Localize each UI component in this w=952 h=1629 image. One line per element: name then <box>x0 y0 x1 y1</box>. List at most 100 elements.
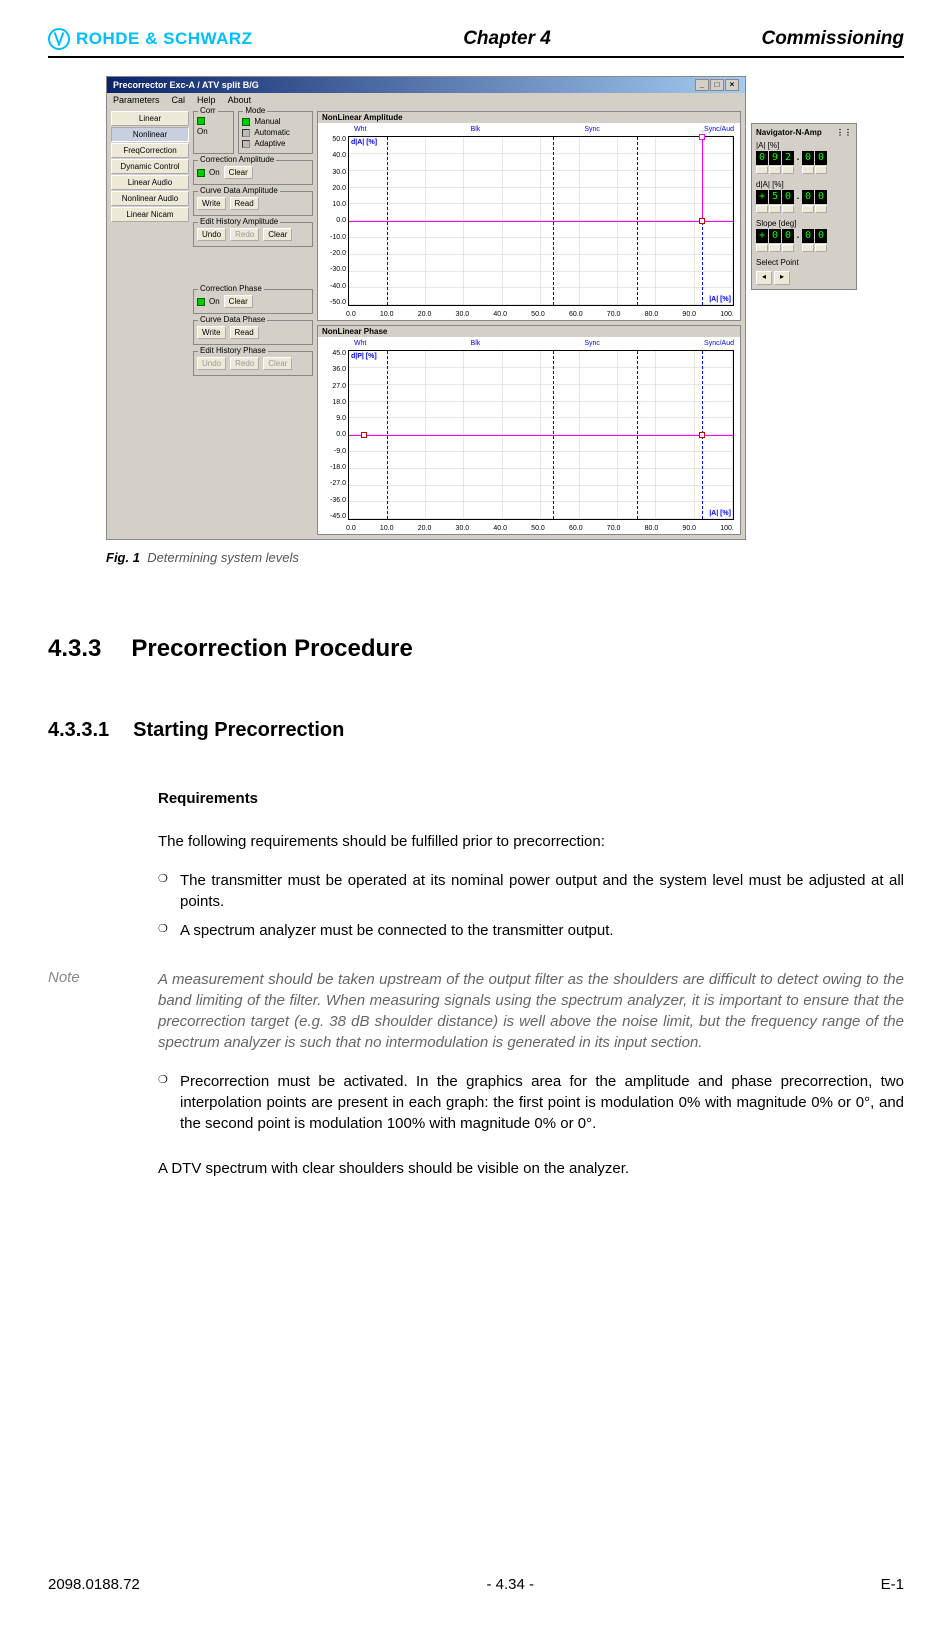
data-line <box>702 137 703 221</box>
app-window: Precorrector Exc-A / ATV split B/G _ □ ×… <box>106 76 746 540</box>
xlabel: |A| [%] <box>709 510 731 517</box>
sidebar-linear-nicam[interactable]: Linear Nicam <box>111 207 189 222</box>
data-point[interactable] <box>361 432 367 438</box>
corr-amp-clear-button[interactable]: Clear <box>224 166 253 179</box>
figure-caption: Fig. 1 Determining system levels <box>106 550 904 565</box>
led-icon <box>197 169 205 177</box>
spinner-icon[interactable] <box>769 205 781 213</box>
curve-ph-title: Curve Data Phase <box>198 315 267 324</box>
requirements-list-2: Precorrection must be activated. In the … <box>158 1071 904 1134</box>
list-item: The transmitter must be operated at its … <box>158 870 904 912</box>
checkbox-icon[interactable] <box>242 129 250 137</box>
closing-paragraph: A DTV spectrum with clear shoulders shou… <box>158 1158 904 1179</box>
marker-wht: Wht <box>354 126 366 136</box>
corr-on-label: On <box>197 127 208 136</box>
mode-panel: Mode Manual Automatic Adaptive <box>238 111 313 154</box>
grip-icon[interactable]: ⋮⋮ <box>836 128 852 137</box>
plot-area[interactable]: d|A| [%] |A| [%] <box>348 136 734 306</box>
curve-ph-read-button[interactable]: Read <box>230 326 259 339</box>
spinner-icon[interactable] <box>769 244 781 252</box>
chart-bottom-title: NonLinear Phase <box>322 327 736 336</box>
marker-line <box>553 351 554 519</box>
data-point[interactable] <box>699 218 705 224</box>
sidebar-dynamic-control[interactable]: Dynamic Control <box>111 159 189 174</box>
chart-top-title: NonLinear Amplitude <box>322 113 736 122</box>
nonlinear-amplitude-chart: NonLinear Amplitude Wht Blk Sync Sync/Au… <box>317 111 741 321</box>
menu-about[interactable]: About <box>228 95 252 105</box>
marker-wht: Wht <box>354 340 366 350</box>
corr-panel-title: Corr <box>198 106 218 115</box>
edit-ph-redo-button[interactable]: Redo <box>230 357 259 370</box>
spinner-icon[interactable] <box>815 205 827 213</box>
checkbox-icon[interactable] <box>242 140 250 148</box>
plot-area[interactable]: d|P| [%] |A| [%] <box>348 350 734 520</box>
sidebar-nonlinear[interactable]: Nonlinear <box>111 127 189 142</box>
marker-line <box>387 351 388 519</box>
curve-amp-read-button[interactable]: Read <box>230 197 259 210</box>
mode-manual[interactable]: Manual <box>254 117 280 126</box>
window-title: Precorrector Exc-A / ATV split B/G <box>113 80 259 90</box>
mode-automatic[interactable]: Automatic <box>254 128 290 137</box>
next-point-button[interactable]: ▸ <box>774 271 790 285</box>
menu-help[interactable]: Help <box>197 95 216 105</box>
fig-text: Determining system levels <box>147 550 299 565</box>
corr-ph-clear-button[interactable]: Clear <box>224 295 253 308</box>
mode-panel-title: Mode <box>243 106 267 115</box>
spinner-icon[interactable] <box>756 244 768 252</box>
navigator-panel: Navigator-N-Amp⋮⋮ |A| [%] 0 9 2 . 0 0 d|… <box>751 123 857 290</box>
list-item: A spectrum analyzer must be connected to… <box>158 920 904 941</box>
sidebar-linear[interactable]: Linear <box>111 111 189 126</box>
menu-parameters[interactable]: Parameters <box>113 95 160 105</box>
ylabel: d|A| [%] <box>351 139 377 146</box>
marker-line <box>637 137 638 305</box>
close-icon[interactable]: × <box>725 79 739 91</box>
note-text: A measurement should be taken upstream o… <box>158 969 904 1053</box>
led-on-icon <box>197 117 205 125</box>
spinner-icon[interactable] <box>782 166 794 174</box>
section-4-3-3-1: 4.3.3.1 Starting Precorrection <box>48 719 904 742</box>
spinner-icon[interactable] <box>769 166 781 174</box>
spinner-icon[interactable] <box>782 205 794 213</box>
sidebar-nonlinear-audio[interactable]: Nonlinear Audio <box>111 191 189 206</box>
menu-cal[interactable]: Cal <box>172 95 186 105</box>
correction-phase-panel: Correction Phase On Clear <box>193 289 313 314</box>
spinner-icon[interactable] <box>815 166 827 174</box>
footer-right: E-1 <box>881 1576 904 1593</box>
curve-amp-write-button[interactable]: Write <box>197 197 226 210</box>
edit-amp-redo-button[interactable]: Redo <box>230 228 259 241</box>
edit-amp-clear-button[interactable]: Clear <box>263 228 292 241</box>
curve-ph-write-button[interactable]: Write <box>197 326 226 339</box>
prev-point-button[interactable]: ◂ <box>756 271 772 285</box>
navigator-title: Navigator-N-Amp <box>756 128 822 137</box>
sidebar-freqcorrection[interactable]: FreqCorrection <box>111 143 189 158</box>
minimize-icon[interactable]: _ <box>695 79 709 91</box>
maximize-icon[interactable]: □ <box>710 79 724 91</box>
titlebar: Precorrector Exc-A / ATV split B/G _ □ × <box>107 77 745 93</box>
led-icon <box>242 118 250 126</box>
sidebar-linear-audio[interactable]: Linear Audio <box>111 175 189 190</box>
spinner-icon[interactable] <box>756 166 768 174</box>
nav-slope-label: Slope [deg] <box>756 219 852 228</box>
nav-da-value: + 5 0 . 0 0 <box>756 190 852 204</box>
mode-adaptive[interactable]: Adaptive <box>254 139 285 148</box>
edit-amp-title: Edit History Amplitude <box>198 217 280 226</box>
spinner-icon[interactable] <box>802 244 814 252</box>
spinner-icon[interactable] <box>802 166 814 174</box>
corr-ph-title: Correction Phase <box>198 284 264 293</box>
edit-ph-undo-button[interactable]: Undo <box>197 357 226 370</box>
spinner-icon[interactable] <box>756 205 768 213</box>
edit-ph-clear-button[interactable]: Clear <box>263 357 292 370</box>
sec-title: Precorrection Procedure <box>131 635 412 663</box>
spinner-icon[interactable] <box>782 244 794 252</box>
sidebar: Linear Nonlinear FreqCorrection Dynamic … <box>111 111 189 535</box>
footer-left: 2098.0188.72 <box>48 1576 140 1593</box>
data-point[interactable] <box>699 432 705 438</box>
nav-field-slope: Slope [deg] + 0 0 . 0 0 <box>756 219 852 252</box>
nav-a-label: |A| [%] <box>756 141 852 150</box>
data-point[interactable] <box>699 134 705 140</box>
edit-amp-undo-button[interactable]: Undo <box>197 228 226 241</box>
requirements-list: The transmitter must be operated at its … <box>158 870 904 941</box>
note-block: Note A measurement should be taken upstr… <box>48 969 904 1053</box>
spinner-icon[interactable] <box>802 205 814 213</box>
spinner-icon[interactable] <box>815 244 827 252</box>
